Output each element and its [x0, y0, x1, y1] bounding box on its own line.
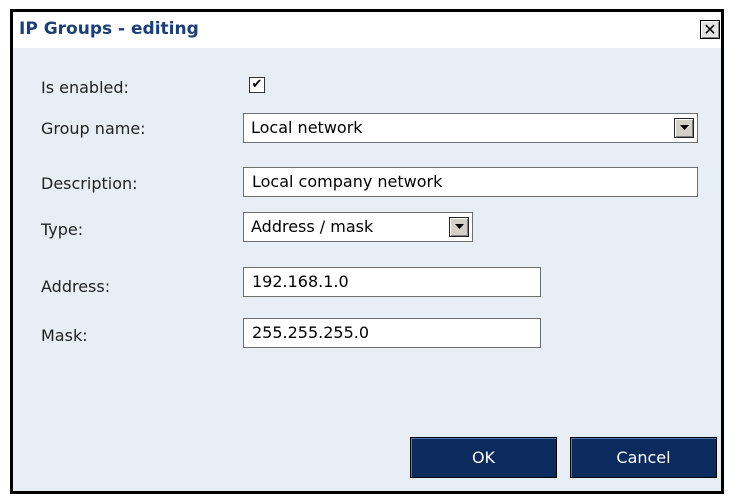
mask-label: Mask: [41, 326, 88, 345]
type-value: Address / mask [251, 217, 374, 236]
is-enabled-label: Is enabled: [41, 78, 129, 97]
address-field[interactable]: 192.168.1.0 [243, 267, 541, 297]
ok-button[interactable]: OK [410, 437, 557, 478]
description-field[interactable]: Local company network [243, 167, 698, 197]
group-name-label: Group name: [41, 119, 146, 138]
description-label: Description: [41, 174, 138, 193]
type-label: Type: [41, 220, 84, 239]
cancel-button[interactable]: Cancel [570, 437, 717, 478]
dialog-titlebar[interactable]: IP Groups - editing ✕ [13, 12, 721, 48]
group-name-select[interactable]: Local network [243, 113, 698, 143]
address-label: Address: [41, 277, 111, 296]
dialog-title: IP Groups - editing [19, 19, 199, 39]
close-icon[interactable]: ✕ [700, 20, 720, 39]
type-select[interactable]: Address / mask [243, 212, 473, 242]
mask-field[interactable]: 255.255.255.0 [243, 318, 541, 348]
is-enabled-checkbox[interactable]: ✔ [249, 77, 265, 93]
group-name-value: Local network [251, 118, 363, 137]
ip-groups-dialog: IP Groups - editing ✕ Is enabled: ✔ Grou… [10, 9, 724, 494]
checkmark-icon: ✔ [251, 77, 263, 92]
chevron-down-icon[interactable] [449, 217, 469, 237]
chevron-down-icon[interactable] [674, 118, 694, 138]
